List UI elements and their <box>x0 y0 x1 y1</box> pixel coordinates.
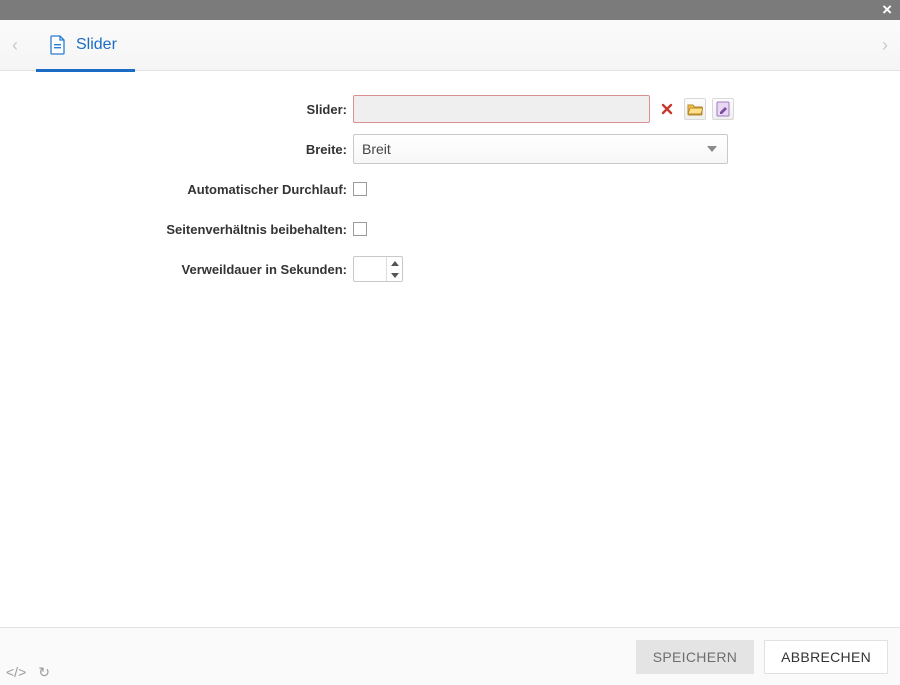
row-width: Breite: Breit <box>0 129 900 169</box>
title-bar: × <box>0 0 900 20</box>
spinner-down-icon[interactable] <box>387 269 402 281</box>
refresh-icon[interactable]: ↻ <box>38 664 50 681</box>
chevron-down-icon <box>707 146 717 152</box>
edit-page-icon[interactable] <box>712 98 734 120</box>
label-autoplay: Automatischer Durchlauf: <box>0 182 353 197</box>
label-slider: Slider: <box>0 102 353 117</box>
label-aspect: Seitenverhältnis beibehalten: <box>0 222 353 237</box>
dwell-spinner[interactable] <box>353 256 403 282</box>
tab-label: Slider <box>76 36 117 54</box>
nav-prev-icon[interactable]: ‹ <box>0 35 30 56</box>
footer: SPEICHERN ABBRECHEN <box>0 627 900 685</box>
close-icon[interactable]: × <box>882 2 892 18</box>
form: Slider: Breite: Breit <box>0 71 900 289</box>
code-icon[interactable]: </> <box>6 664 26 681</box>
nav-next-icon[interactable]: › <box>870 35 900 56</box>
row-aspect: Seitenverhältnis beibehalten: <box>0 209 900 249</box>
label-dwell: Verweildauer in Sekunden: <box>0 262 353 277</box>
width-select[interactable]: Breit <box>353 134 728 164</box>
spinner-up-icon[interactable] <box>387 257 402 269</box>
footer-tools: </> ↻ <box>6 664 50 681</box>
cancel-button[interactable]: ABBRECHEN <box>764 640 888 674</box>
delete-icon[interactable] <box>656 98 678 120</box>
aspect-checkbox[interactable] <box>353 222 367 236</box>
row-autoplay: Automatischer Durchlauf: <box>0 169 900 209</box>
dwell-input[interactable] <box>354 257 386 281</box>
tab-slider[interactable]: Slider <box>36 20 135 71</box>
label-width: Breite: <box>0 142 353 157</box>
autoplay-checkbox[interactable] <box>353 182 367 196</box>
width-select-value: Breit <box>362 141 391 157</box>
tab-strip: ‹ Slider › <box>0 20 900 71</box>
row-dwell: Verweildauer in Sekunden: <box>0 249 900 289</box>
row-slider: Slider: <box>0 89 900 129</box>
save-button[interactable]: SPEICHERN <box>636 640 754 674</box>
folder-open-icon[interactable] <box>684 98 706 120</box>
document-icon <box>50 35 66 55</box>
slider-input[interactable] <box>353 95 650 123</box>
